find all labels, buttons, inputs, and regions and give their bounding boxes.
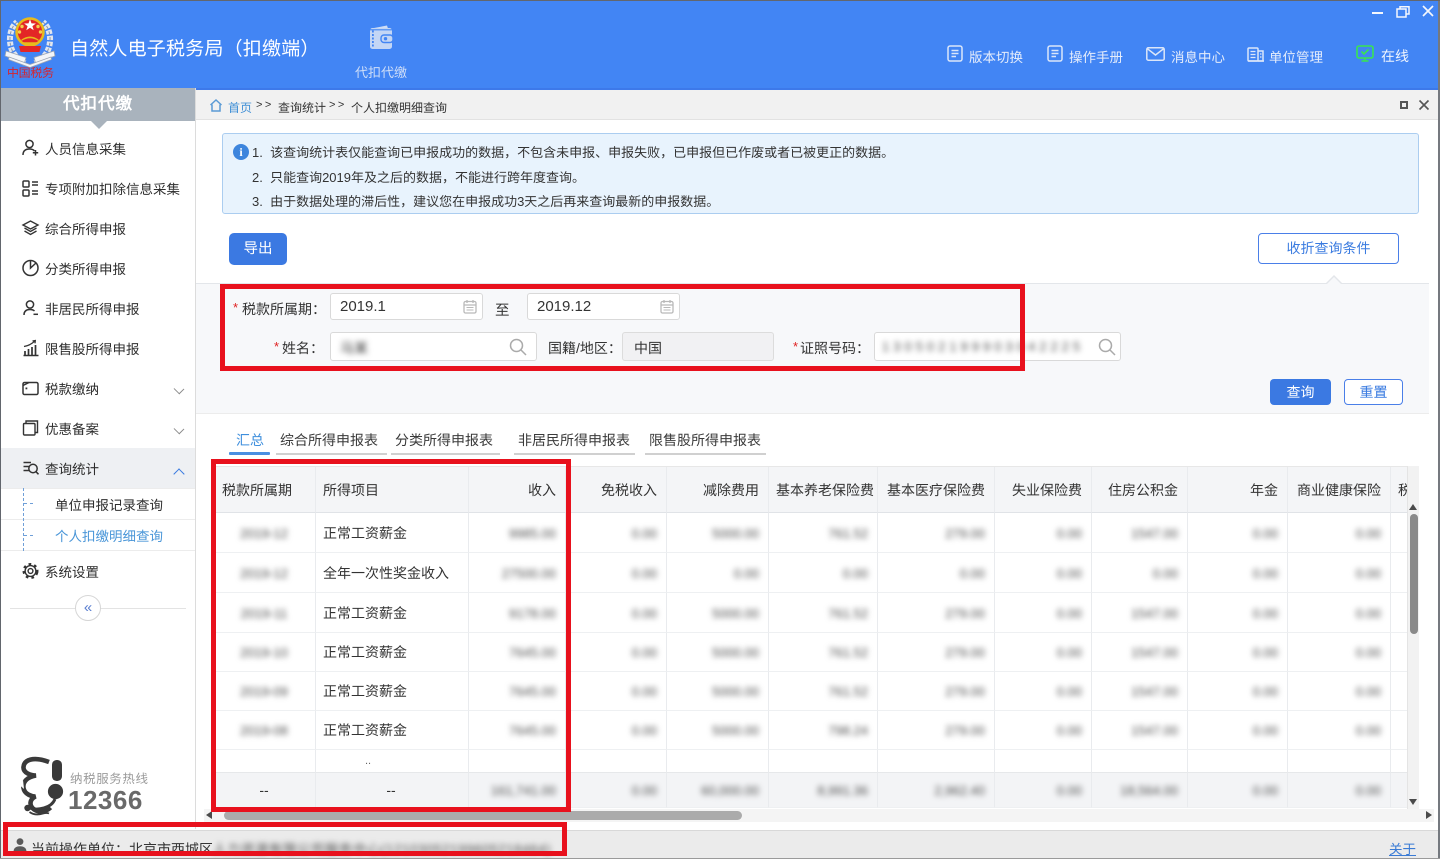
svg-text:中国税务: 中国税务	[7, 64, 54, 80]
